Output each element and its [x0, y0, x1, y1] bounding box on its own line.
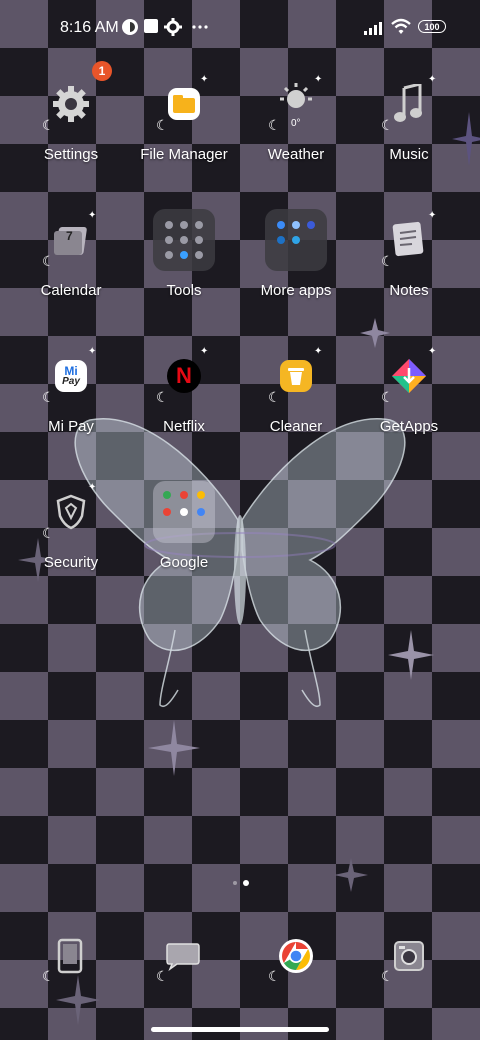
sparkle-decor: ✦	[428, 74, 437, 85]
sparkle-decor: ✦	[88, 346, 97, 357]
folder-more-apps[interactable]: More apps	[236, 208, 356, 299]
moon-decor: ☾	[156, 968, 169, 984]
folder-tools-icon	[153, 209, 215, 271]
moon-decor: ☾	[381, 968, 394, 984]
app-label: GetApps	[379, 418, 439, 435]
moon-decor: ☾	[381, 253, 394, 269]
app-label: File Manager	[140, 146, 228, 163]
moon-decor: ☾	[42, 117, 55, 133]
app-label: Notes	[389, 282, 429, 299]
app-label: Security	[43, 554, 99, 571]
sparkle-decor: ✦	[428, 346, 437, 357]
folder-google-icon	[153, 481, 215, 543]
app-label: Google	[159, 554, 209, 571]
gear-icon	[164, 18, 182, 36]
moon-decor: ☾	[42, 389, 55, 405]
folder-more-apps-icon	[265, 209, 327, 271]
app-cleaner[interactable]: Cleaner	[236, 344, 356, 435]
messages-icon	[166, 943, 200, 971]
app-file-manager[interactable]: File Manager	[124, 72, 244, 163]
sparkle-decor: ✦	[200, 346, 209, 357]
sparkle-decor	[148, 720, 200, 776]
app-security[interactable]: Security	[11, 480, 131, 571]
app-label: Music	[389, 146, 429, 163]
page-indicator	[233, 881, 237, 885]
moon-decor: ☾	[156, 389, 169, 405]
camera-icon	[394, 941, 424, 971]
sparkle-decor: ✦	[314, 346, 323, 357]
phone-icon	[57, 938, 83, 974]
app-weather[interactable]: 0° Weather	[236, 72, 356, 163]
calendar-day: 7	[66, 229, 73, 243]
app-notes[interactable]: Notes	[349, 208, 469, 299]
notification-badge: 1	[92, 61, 112, 81]
app-netflix[interactable]: N Netflix	[124, 344, 244, 435]
app-label: More apps	[260, 282, 332, 299]
meta-icon	[122, 19, 138, 35]
app-label: Tools	[166, 282, 202, 299]
sparkle-decor: ✦	[428, 210, 437, 221]
square-icon	[144, 19, 158, 33]
page-indicator-active	[243, 880, 249, 886]
moon-decor: ☾	[42, 968, 55, 984]
folder-google[interactable]: Google	[124, 480, 244, 571]
moon-decor: ☾	[268, 117, 281, 133]
gesture-navigation-bar[interactable]	[151, 1027, 329, 1032]
sparkle-decor: ✦	[314, 74, 323, 85]
app-label: Weather	[267, 146, 325, 163]
status-bar: 8:16 AM 100	[0, 0, 480, 56]
app-settings[interactable]: Settings	[11, 72, 131, 163]
sparkle-decor	[334, 858, 368, 892]
sparkle-decor	[388, 630, 434, 680]
moon-decor: ☾	[268, 968, 281, 984]
sparkle-decor: ✦	[200, 74, 209, 85]
weather-temp: 0°	[291, 118, 301, 129]
app-label: Netflix	[163, 418, 205, 435]
moon-decor: ☾	[381, 389, 394, 405]
folder-tools[interactable]: Tools	[124, 208, 244, 299]
moon-decor: ☾	[42, 253, 55, 269]
app-music[interactable]: Music	[349, 72, 469, 163]
app-calendar[interactable]: 7 Calendar	[11, 208, 131, 299]
chrome-icon	[279, 939, 313, 973]
moon-decor: ☾	[156, 117, 169, 133]
more-dots-icon	[192, 25, 208, 29]
app-label: Calendar	[40, 282, 102, 299]
wifi-icon	[391, 18, 411, 34]
sparkle-decor: ✦	[88, 210, 97, 221]
signal-icon	[364, 22, 382, 35]
moon-decor: ☾	[381, 117, 394, 133]
moon-decor: ☾	[42, 525, 55, 541]
battery-icon: 100	[418, 20, 446, 33]
moon-decor: ☾	[268, 389, 281, 405]
app-mi-pay[interactable]: Mi Pay Mi Pay	[11, 344, 131, 435]
app-getapps[interactable]: GetApps	[349, 344, 469, 435]
app-label: Mi Pay	[48, 418, 94, 435]
sparkle-decor: ✦	[88, 482, 97, 493]
app-label: Settings	[43, 146, 99, 163]
status-time: 8:16 AM	[60, 19, 119, 36]
app-label: Cleaner	[269, 418, 323, 435]
